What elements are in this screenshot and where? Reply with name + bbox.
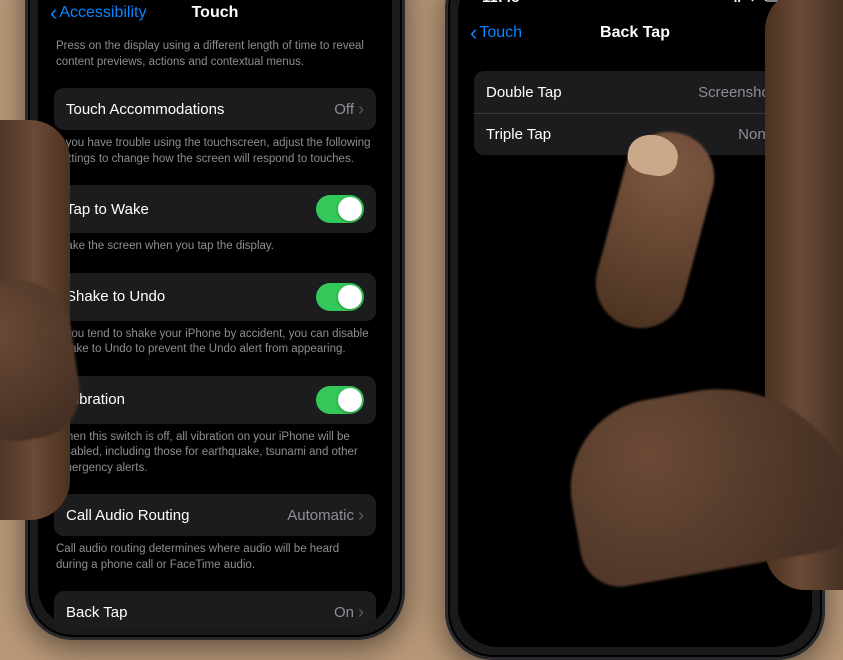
row-value: Automatic — [287, 507, 354, 524]
touch-accommodations-row[interactable]: Touch Accommodations Off › — [54, 88, 376, 130]
back-label: Accessibility — [59, 4, 146, 22]
row-label: Call Audio Routing — [66, 507, 287, 524]
row-label: Vibration — [66, 391, 316, 408]
row-value: Off — [334, 101, 354, 118]
row-label: Double Tap — [486, 84, 698, 101]
chevron-right-icon: › — [358, 603, 364, 621]
chevron-left-icon: ‹ — [470, 20, 477, 46]
wifi-icon — [745, 0, 760, 5]
touch-accommodations-footer: If you have trouble using the touchscree… — [54, 130, 376, 167]
row-value: Screenshot — [698, 84, 774, 101]
row-label: Back Tap — [66, 604, 334, 621]
chevron-right-icon: › — [358, 100, 364, 118]
chevron-right-icon: › — [358, 506, 364, 524]
tap-to-wake-row[interactable]: Tap to Wake — [54, 185, 376, 233]
back-button[interactable]: ‹ Accessibility — [46, 0, 150, 30]
row-label: Touch Accommodations — [66, 101, 334, 118]
intro-group: Press on the display using a different l… — [54, 33, 376, 70]
call-audio-footer: Call audio routing determines where audi… — [54, 536, 376, 573]
double-tap-row[interactable]: Double Tap Screenshot › — [474, 71, 796, 113]
row-label: Tap to Wake — [66, 201, 316, 218]
nav-bar: ‹ Accessibility Touch — [38, 0, 392, 33]
back-label: Touch — [479, 24, 522, 42]
row-label: Triple Tap — [486, 126, 738, 143]
row-label: Shake to Undo — [66, 288, 316, 305]
signal-icon: ••ıl — [725, 0, 741, 5]
settings-content: Press on the display using a different l… — [38, 33, 392, 627]
chevron-left-icon: ‹ — [50, 0, 57, 26]
vibration-row[interactable]: Vibration — [54, 376, 376, 424]
tap-to-wake-footer: Wake the screen when you tap the display… — [54, 233, 376, 255]
screen-touch-settings: 11:47 ••ıl ‹ Accessibility Touch Press o… — [38, 0, 392, 627]
shake-to-undo-toggle[interactable] — [316, 283, 364, 311]
phone-left: 11:47 ••ıl ‹ Accessibility Touch Press o… — [25, 0, 405, 640]
shake-to-undo-footer: If you tend to shake your iPhone by acci… — [54, 321, 376, 358]
vibration-toggle[interactable] — [316, 386, 364, 414]
back-button[interactable]: ‹ Touch — [466, 16, 526, 50]
vibration-footer: When this switch is off, all vibration o… — [54, 424, 376, 477]
status-time: 11:48 — [482, 0, 520, 6]
intro-footer: Press on the display using a different l… — [54, 33, 376, 70]
status-bar: 11:48 ••ıl — [458, 0, 812, 13]
row-value: On — [334, 604, 354, 621]
nav-bar: ‹ Touch Back Tap — [458, 13, 812, 53]
tap-to-wake-toggle[interactable] — [316, 195, 364, 223]
shake-to-undo-row[interactable]: Shake to Undo — [54, 273, 376, 321]
back-tap-row[interactable]: Back Tap On › — [54, 591, 376, 627]
call-audio-routing-row[interactable]: Call Audio Routing Automatic › — [54, 494, 376, 536]
